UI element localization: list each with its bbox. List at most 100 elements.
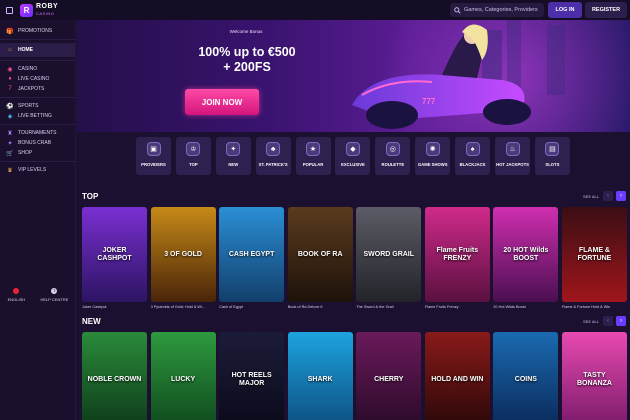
game-thumbnail[interactable]: SHARK	[287, 332, 353, 420]
game-card[interactable]: SWORD GRAIL The Sword & the Grail	[356, 207, 422, 309]
game-card[interactable]: NEWHOLD AND WIN	[424, 332, 490, 420]
game-thumbnail[interactable]: 20 HOT Wilds BOOST	[493, 207, 559, 302]
category-hot-jackpots[interactable]: ♨ HOT JACKPOTS	[495, 137, 531, 175]
new-games-row: NEWNOBLE CROWNNEWLUCKYNEWHOT REELS MAJOR…	[82, 332, 627, 420]
sidebar-footer: ENGLISH ? HELP CENTRE	[0, 288, 76, 302]
game-title: 20 Hot Wilds Boost	[493, 305, 526, 309]
login-button[interactable]: LOG IN	[548, 2, 582, 18]
sidebar-item-tournaments[interactable]: ♜ TOURNAMENTS	[0, 128, 75, 138]
game-thumbnail[interactable]: TASTY BONANZA	[561, 332, 627, 420]
game-thumbnail[interactable]: JOKER CASHPOT	[82, 207, 147, 302]
sidebar-item-live-betting[interactable]: ◈ LIVE BETTING	[0, 111, 75, 121]
game-title: Flame & Fortune Hold & Win	[561, 305, 611, 309]
flag-icon	[13, 288, 20, 294]
help-centre-link[interactable]: ? HELP CENTRE	[40, 288, 68, 302]
diamond-icon: ◆	[345, 142, 360, 156]
category-roulette[interactable]: ◎ ROULETTE	[375, 137, 411, 175]
game-art-title: SHARK	[307, 375, 333, 383]
game-card[interactable]: NEWCHERRY	[356, 332, 422, 420]
sidebar-item-vip-levels[interactable]: ♛ VIP LEVELS	[0, 165, 75, 175]
category-game-shows[interactable]: ✺ GAME SHOWS	[415, 137, 451, 175]
game-thumbnail[interactable]: HOT REELS MAJOR	[219, 332, 285, 420]
game-card[interactable]: NEWFlame Fruits FRENZYFlame Fruits Frenz…	[424, 207, 490, 309]
sidebar-item-shop[interactable]: 🛒 SHOP	[0, 148, 75, 158]
menu-toggle-button[interactable]	[0, 0, 18, 20]
join-now-button[interactable]: JOIN NOW	[185, 89, 259, 115]
crown-icon: ♛	[7, 167, 13, 174]
category-blackjack[interactable]: ♠ BLACKJACK	[455, 137, 491, 175]
game-card[interactable]: NEWFLAME & FORTUNEFlame & Fortune Hold &…	[561, 207, 627, 309]
hero-rider-illustration: 777	[352, 20, 565, 129]
language-selector[interactable]: ENGLISH	[8, 288, 25, 302]
game-card[interactable]: NEWHOT REELS MAJOR	[219, 332, 285, 420]
category-top[interactable]: ♔ TOP	[175, 137, 211, 175]
star-icon: ★	[306, 142, 321, 156]
slots-icon: ▤	[545, 142, 560, 156]
next-arrow-icon[interactable]: ›	[616, 191, 626, 201]
see-all-link[interactable]: SEE ALL	[583, 194, 599, 199]
sidebar-item-sports[interactable]: ⚽ SPORTS	[0, 101, 75, 111]
category-providers[interactable]: ▣ PROVIDERS	[136, 137, 171, 175]
game-card[interactable]: NEWCASH EGYPTCash of Egypt	[219, 207, 285, 309]
hero-title: 100% up to €500 + 200FS	[198, 45, 296, 74]
category-st-patricks[interactable]: ♣ ST. PATRICK'S	[255, 137, 291, 175]
game-thumbnail[interactable]: NOBLE CROWN	[82, 332, 147, 420]
logo[interactable]: R ROBY CASINO	[20, 3, 58, 17]
see-all-link[interactable]: SEE ALL	[583, 319, 599, 324]
game-art-title: HOLD AND WIN	[431, 375, 484, 383]
game-art-title: TASTY BONANZA	[576, 371, 612, 387]
game-art-title: 3 OF GOLD	[164, 250, 202, 258]
game-card[interactable]: NEWNOBLE CROWN	[82, 332, 147, 420]
game-card[interactable]: NEWCOINS	[493, 332, 559, 420]
game-art-title: NOBLE CROWN	[87, 375, 142, 383]
help-icon: ?	[51, 288, 58, 294]
game-art-title: COINS	[514, 375, 537, 383]
category-exclusive[interactable]: ◆ EXCLUSIVE	[335, 137, 371, 175]
category-popular[interactable]: ★ POPULAR	[295, 137, 331, 175]
category-bar: ▣ PROVIDERS ♔ TOP ✦ NEW ♣ ST. PATRICK'S ★ POP…	[136, 137, 570, 175]
sidebar-item-home[interactable]: ⌂ HOME	[0, 43, 75, 57]
hero-banner[interactable]: 777 Welcome Bonus 100% up to €500 + 200F…	[77, 20, 630, 132]
register-button[interactable]: REGISTER	[585, 2, 627, 18]
game-thumbnail[interactable]: 3 OF GOLD	[150, 207, 216, 302]
category-slots[interactable]: ▤ SLOTS	[534, 137, 570, 175]
sidebar-item-jackpots[interactable]: 7 JACKPOTS	[0, 84, 75, 94]
game-card[interactable]: NEWTASTY BONANZA	[561, 332, 627, 420]
game-card[interactable]: JOKER CASHPOT Joker Cashpot	[82, 207, 147, 309]
game-thumbnail[interactable]: COINS	[493, 332, 559, 420]
top-bar: R ROBY CASINO LOG IN REGISTER	[0, 0, 630, 20]
game-thumbnail[interactable]: HOLD AND WIN	[424, 332, 490, 420]
game-art-title: CHERRY	[374, 375, 404, 383]
game-card[interactable]: NEWSHARK	[287, 332, 353, 420]
game-thumbnail[interactable]: CHERRY	[356, 332, 422, 420]
sidebar-item-bonus-crab[interactable]: ✦ BONUS CRAB	[0, 138, 75, 148]
crab-icon: ✦	[7, 140, 13, 147]
game-thumbnail[interactable]: CASH EGYPT	[219, 207, 285, 302]
game-art-title: JOKER CASHPOT	[97, 246, 132, 262]
sidebar-item-casino[interactable]: ◉ CASINO	[0, 64, 75, 74]
search-box[interactable]	[450, 3, 544, 17]
game-thumbnail[interactable]: BOOK OF RA	[287, 207, 353, 302]
game-thumbnail[interactable]: Flame Fruits FRENZY	[424, 207, 490, 302]
game-art-title: BOOK OF RA	[297, 250, 343, 258]
flame-icon: ♨	[505, 142, 520, 156]
game-card[interactable]: NEW3 OF GOLD3 Pyramids of Gold: Hold & W…	[150, 207, 216, 309]
next-arrow-icon[interactable]: ›	[616, 316, 626, 326]
search-input[interactable]	[464, 7, 544, 13]
logo-text-bottom: CASINO	[36, 10, 55, 16]
game-card[interactable]: NEWLUCKY	[150, 332, 216, 420]
sidebar-item-promotions[interactable]: 🎁 PROMOTIONS	[0, 26, 75, 36]
sidebar-item-live-casino[interactable]: ♦ LIVE CASINO	[0, 74, 75, 84]
game-card[interactable]: NEW20 HOT Wilds BOOST20 Hot Wilds Boost	[493, 207, 559, 309]
game-thumbnail[interactable]: FLAME & FORTUNE	[561, 207, 627, 302]
category-new[interactable]: ✦ NEW	[215, 137, 251, 175]
game-card[interactable]: BOOK OF RA Book of Ra Deluxe 6	[287, 207, 353, 309]
game-title: Cash of Egypt	[219, 305, 243, 309]
top-section-header: TOP SEE ALL ‹ ›	[82, 190, 627, 202]
game-thumbnail[interactable]: SWORD GRAIL	[356, 207, 422, 302]
prev-arrow-icon[interactable]: ‹	[603, 316, 613, 326]
prev-arrow-icon[interactable]: ‹	[603, 191, 613, 201]
game-thumbnail[interactable]: LUCKY	[150, 332, 216, 420]
roulette-icon: ◎	[385, 142, 400, 156]
game-title: Joker Cashpot	[82, 305, 107, 309]
